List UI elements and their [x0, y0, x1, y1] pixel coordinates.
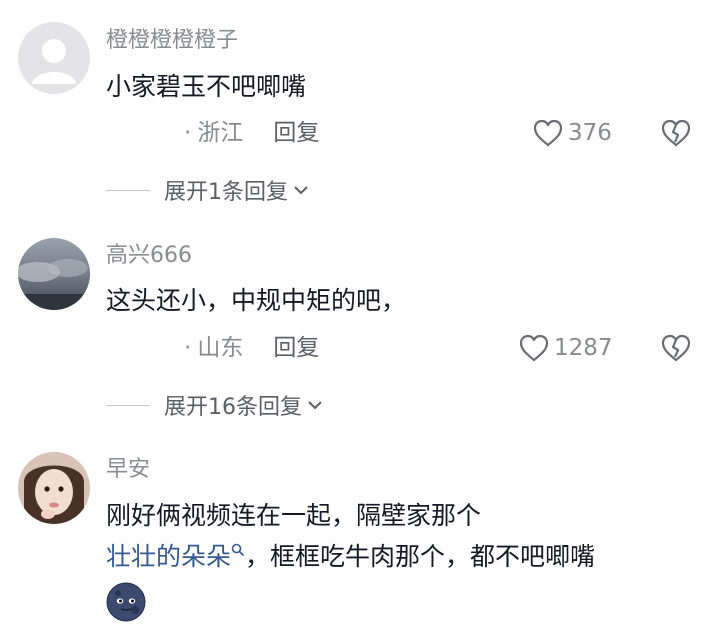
comment-text: 小家碧玉不吧唧嘴 — [106, 72, 307, 101]
broken-heart-icon[interactable] — [660, 333, 692, 363]
expand-replies-button[interactable]: 展开16条回复 — [106, 390, 324, 420]
search-icon[interactable] — [231, 543, 245, 557]
avatar[interactable] — [18, 452, 90, 524]
comment-text-rest: ，框框吃牛肉那个，都不吧唧嘴 — [245, 542, 596, 571]
divider-line — [106, 189, 150, 191]
like-count: 1287 — [554, 335, 613, 361]
divider-line — [106, 404, 150, 406]
expand-label: 展开16条回复 — [164, 395, 302, 420]
default-avatar-icon — [32, 39, 76, 84]
avatar[interactable] — [18, 22, 90, 94]
reply-button[interactable]: 回复 — [273, 120, 319, 146]
expand-replies-button[interactable]: 展开1条回复 — [106, 175, 310, 205]
like-button[interactable]: 376 — [532, 118, 612, 148]
chevron-down-icon — [294, 186, 308, 195]
cloudy-sky-photo — [18, 259, 90, 310]
comment-item: 早安 刚好俩视频连在一起，隔壁家那个 壮壮的朵朵 ，框框吃牛肉那个，都不吧唧嘴 — [0, 438, 728, 632]
meta-separator: · — [184, 120, 192, 146]
reply-button[interactable]: 回复 — [273, 335, 319, 361]
heart-icon — [519, 334, 549, 362]
comment-text: 这头还小，中规中矩的吧， — [106, 286, 407, 315]
like-button[interactable]: 1287 — [518, 333, 613, 363]
chevron-down-icon — [308, 401, 322, 410]
location-label: 山东 — [197, 335, 244, 361]
comment-item: 橙橙橙橙橙子 小家碧玉不吧唧嘴 · 浙江 回复 376 展开1条回复 — [0, 0, 728, 220]
username[interactable]: 橙橙橙橙橙子 — [106, 27, 238, 55]
girl-photo — [18, 452, 90, 524]
comment-text-line-2: 壮壮的朵朵 ，框框吃牛肉那个，都不吧唧嘴 — [106, 540, 595, 574]
mention-link[interactable]: 壮壮的朵朵 — [106, 542, 231, 571]
expand-label: 展开1条回复 — [164, 180, 288, 205]
like-count: 376 — [568, 120, 612, 146]
broken-heart-icon[interactable] — [660, 118, 692, 148]
location-label: 浙江 — [197, 120, 244, 146]
meta-separator: · — [184, 335, 192, 361]
comment-meta: · 浙江 回复 — [184, 118, 319, 148]
moon-face-emoji — [106, 582, 146, 622]
comment-item: 高兴666 这头还小，中规中矩的吧， · 山东 回复 1287 展开16条回复 — [0, 220, 728, 438]
comment-text-line-1: 刚好俩视频连在一起，隔壁家那个 — [106, 501, 482, 530]
username[interactable]: 高兴666 — [106, 242, 192, 270]
heart-icon — [533, 119, 563, 147]
comment-meta: · 山东 回复 — [184, 333, 319, 363]
username[interactable]: 早安 — [106, 456, 150, 484]
avatar[interactable] — [18, 238, 90, 310]
